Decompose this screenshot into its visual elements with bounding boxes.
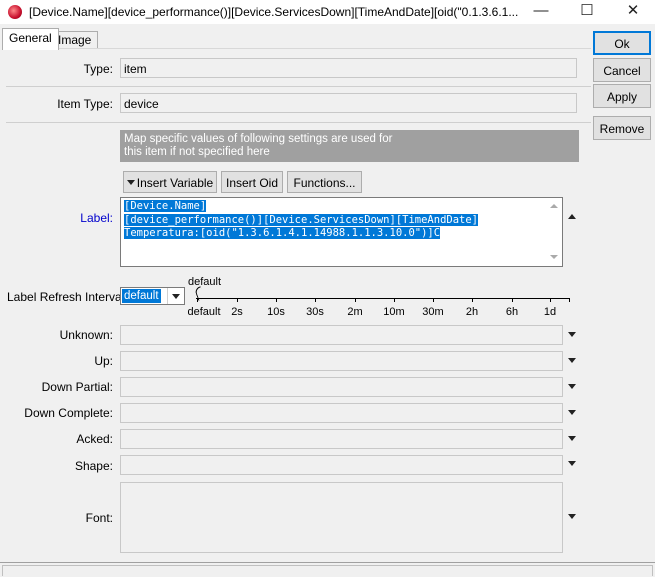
type-field: item xyxy=(120,58,577,78)
status-cell xyxy=(2,565,653,576)
type-label: Type: xyxy=(83,62,113,76)
label-scrollbar[interactable] xyxy=(546,198,562,266)
label-link[interactable]: Label: xyxy=(2,211,113,225)
unknown-field[interactable] xyxy=(120,325,563,345)
apply-button[interactable]: Apply xyxy=(593,84,651,108)
shape-field[interactable] xyxy=(120,455,563,475)
acked-field[interactable] xyxy=(120,429,563,449)
minimize-button[interactable]: — xyxy=(518,0,564,24)
slider-tick xyxy=(472,298,473,302)
insert-variable-button[interactable]: Insert Variable xyxy=(123,171,217,193)
slider-tick xyxy=(569,298,570,302)
refresh-interval-select[interactable]: default xyxy=(120,287,185,305)
down-complete-dropdown-icon[interactable] xyxy=(568,410,576,415)
shape-dropdown-icon[interactable] xyxy=(568,461,576,466)
tab-general[interactable]: General xyxy=(2,28,59,50)
acked-dropdown-icon[interactable] xyxy=(568,436,576,441)
down-partial-field[interactable] xyxy=(120,377,563,397)
label-line: [Device.Name] xyxy=(124,200,207,212)
dropdown-arrow-icon xyxy=(172,294,180,299)
slider-tick-label: 2h xyxy=(465,306,479,318)
shape-label: Shape: xyxy=(74,459,113,473)
refresh-interval-label: Label Refresh Interval: xyxy=(7,290,128,304)
slider-tick-label: 6h xyxy=(505,306,519,318)
slider-tick xyxy=(433,298,434,302)
slider-tick xyxy=(276,298,277,302)
slider-current-value: default xyxy=(188,276,222,288)
refresh-slider-track[interactable] xyxy=(196,298,570,299)
maximize-button[interactable]: ☐ xyxy=(564,0,610,24)
info-text-line: Map specific values of following setting… xyxy=(124,133,393,145)
cancel-button[interactable]: Cancel xyxy=(593,58,651,82)
up-field[interactable] xyxy=(120,351,563,371)
label-line: [device_performance()][Device.ServicesDo… xyxy=(124,213,479,226)
scroll-down-icon[interactable] xyxy=(550,255,558,259)
slider-tick-label: 10m xyxy=(383,306,405,318)
info-box: Map specific values of following setting… xyxy=(120,130,579,162)
item-type-label: Item Type: xyxy=(57,97,113,111)
acked-label: Acked: xyxy=(76,432,113,446)
font-dropdown-icon[interactable] xyxy=(568,514,576,519)
unknown-dropdown-icon[interactable] xyxy=(568,332,576,337)
slider-tick xyxy=(237,298,238,302)
insert-oid-button[interactable]: Insert Oid xyxy=(221,171,283,193)
slider-tick-label: default xyxy=(187,306,221,318)
separator xyxy=(6,122,591,123)
down-complete-field[interactable] xyxy=(120,403,563,423)
dropdown-arrow-icon xyxy=(126,180,135,186)
font-label: Font: xyxy=(85,511,113,525)
label-line: Temperatura:[oid("1.3.6.1.4.1.14988.1.1.… xyxy=(124,227,441,239)
down-partial-label: Down Partial: xyxy=(41,380,113,394)
refresh-interval-value: default xyxy=(122,289,161,303)
remove-button[interactable]: Remove xyxy=(593,116,651,140)
down-partial-dropdown-icon[interactable] xyxy=(568,384,576,389)
slider-tick xyxy=(550,298,551,302)
info-text-line: this item if not specified here xyxy=(124,146,270,158)
slider-tick xyxy=(512,298,513,302)
refresh-dropdown-button[interactable] xyxy=(167,288,184,304)
font-field[interactable] xyxy=(120,482,563,553)
up-dropdown-icon[interactable] xyxy=(568,358,576,363)
unknown-label: Unknown: xyxy=(59,328,113,342)
slider-tick-label: 10s xyxy=(267,306,285,318)
collapse-label-icon[interactable] xyxy=(568,214,576,219)
window-title: [Device.Name][device_performance()][Devi… xyxy=(29,5,519,19)
ok-button[interactable]: Ok xyxy=(593,31,651,55)
separator xyxy=(6,86,591,87)
label-textarea[interactable]: [Device.Name] [device_performance()][Dev… xyxy=(120,197,563,267)
slider-tick-label: 30m xyxy=(422,306,444,318)
functions-button[interactable]: Functions... xyxy=(287,171,362,193)
close-button[interactable]: ✕ xyxy=(610,0,655,24)
slider-tick xyxy=(394,298,395,302)
item-type-field: device xyxy=(120,93,577,113)
slider-tick-label: 1d xyxy=(543,306,557,318)
slider-tick xyxy=(197,298,198,302)
app-logo-icon xyxy=(8,5,22,19)
insert-variable-label: Insert Variable xyxy=(136,176,214,190)
up-label: Up: xyxy=(94,354,113,368)
down-complete-label: Down Complete: xyxy=(24,406,113,420)
slider-tick xyxy=(355,298,356,302)
scroll-up-icon[interactable] xyxy=(550,204,558,208)
slider-tick-label: 30s xyxy=(306,306,324,318)
slider-tick-label: 2s xyxy=(231,306,243,318)
slider-tick-label: 2m xyxy=(347,306,363,318)
slider-tick xyxy=(315,298,316,302)
